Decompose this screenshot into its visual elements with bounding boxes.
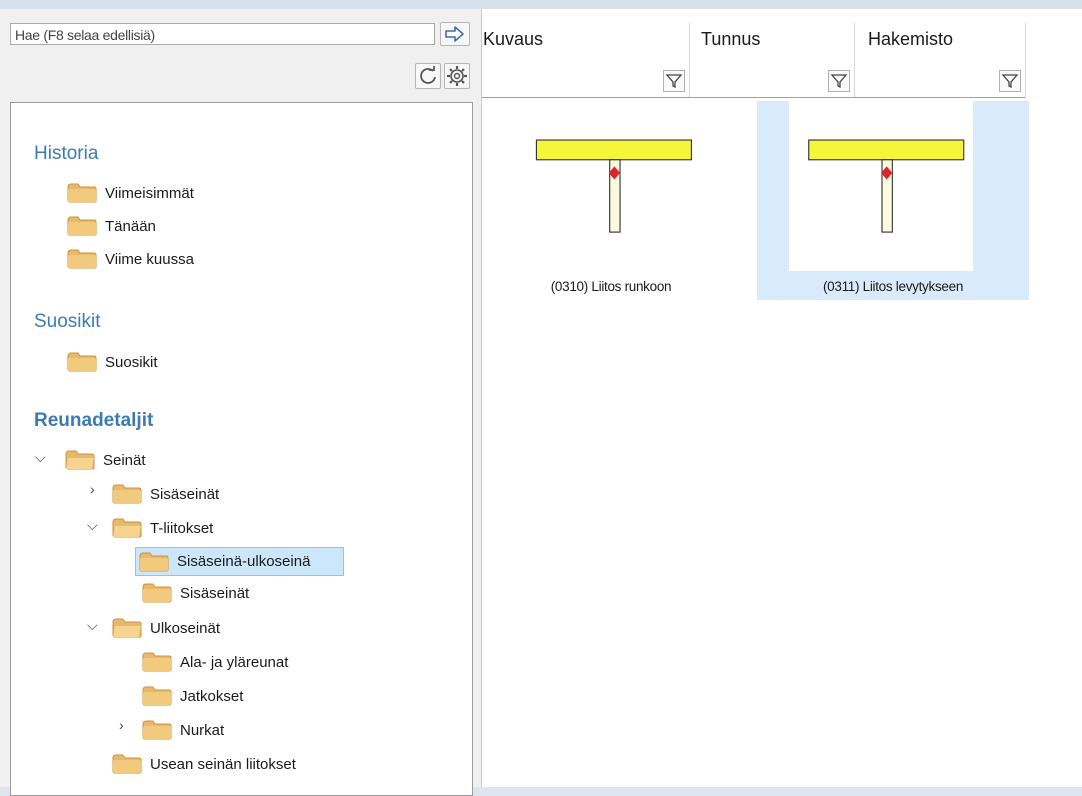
tree-item-ulkoseinat[interactable]: Ulkoseinät (112, 615, 220, 641)
column-header-label: Hakemisto (868, 29, 954, 49)
tree-item-t-liitokset[interactable]: T-liitokset (112, 515, 213, 541)
tree-item-label: Usean seinän liitokset (150, 755, 296, 773)
filter-button[interactable] (663, 70, 685, 92)
results-pane: Kuvaus Tunnus Hakemisto (0310) Liitos ru… (482, 9, 1082, 787)
tree-item-suosikit[interactable]: Suosikit (67, 349, 158, 375)
tree-item-viimeisimmat[interactable]: Viimeisimmät (67, 180, 194, 206)
tree-item-label: Ulkoseinät (150, 619, 221, 637)
header-divider (482, 97, 1025, 98)
filter-icon (830, 74, 848, 89)
filter-button[interactable] (999, 70, 1021, 92)
folder-icon (142, 686, 172, 706)
section-title-reunadetaljit: Reunadetaljit (34, 410, 154, 431)
column-header-label: Tunnus (701, 29, 761, 49)
navigation-pane: Hae (F8 selaa edellisiä) Historia Viimei… (0, 9, 482, 796)
chevron-down-icon[interactable]: ⌵ (87, 617, 98, 634)
arrow-right-icon (445, 26, 464, 42)
tree-item-tanaan[interactable]: Tänään (67, 213, 156, 239)
tree-item-label: Seinät (103, 451, 146, 469)
tree-item-t-sisaseinat[interactable]: Sisäseinät (142, 580, 249, 606)
tree-item-ala-ja-ylareunat[interactable]: Ala- ja yläreunat (142, 649, 288, 675)
tree-item-seinat[interactable]: Seinät (65, 447, 146, 473)
window-frame-top (0, 0, 1082, 9)
tree-item-label: Jatkokset (180, 687, 244, 705)
section-title-suosikit: Suosikit (34, 311, 101, 332)
result-card-selected[interactable]: (0311) Liitos levytykseen (757, 101, 1029, 300)
chevron-down-icon[interactable]: ⌵ (35, 449, 46, 466)
tree-item-label: Tänään (105, 217, 156, 235)
folder-icon (112, 484, 142, 504)
folder-icon (142, 720, 172, 740)
folder-icon (67, 352, 97, 372)
folder-icon (67, 249, 97, 269)
gear-icon (447, 66, 467, 86)
search-input[interactable]: Hae (F8 selaa edellisiä) (10, 23, 435, 45)
search-go-button[interactable] (440, 22, 470, 46)
column-header-tunnus[interactable]: Tunnus (691, 23, 855, 98)
folder-tree: Historia Viimeisimmät Tänään Viime kuuss… (10, 102, 473, 796)
tree-item-label: Viimeisimmät (105, 184, 194, 202)
folder-open-icon (112, 618, 142, 638)
result-caption: (0310) Liitos runkoon (550, 279, 672, 294)
chevron-right-icon[interactable]: › (90, 481, 95, 497)
folder-icon (142, 652, 172, 672)
tree-item-viime-kuussa[interactable]: Viime kuussa (67, 246, 194, 272)
tree-item-label: Nurkat (180, 721, 225, 739)
result-caption: (0311) Liitos levytykseen (822, 279, 964, 294)
chevron-right-icon[interactable]: › (119, 717, 124, 733)
refresh-icon (420, 66, 436, 84)
folder-icon (139, 552, 169, 572)
column-header-label: Kuvaus (483, 29, 544, 49)
filter-button[interactable] (828, 70, 850, 92)
tree-item-label: Viime kuussa (105, 250, 194, 268)
folder-open-icon (65, 450, 95, 470)
tree-item-label: T-liitokset (150, 519, 214, 537)
chevron-down-icon[interactable]: ⌵ (87, 517, 98, 534)
result-card[interactable]: (0310) Liitos runkoon (512, 101, 710, 300)
column-header-kuvaus[interactable]: Kuvaus (482, 23, 690, 98)
folder-icon (67, 183, 97, 203)
folder-open-icon (112, 518, 142, 538)
filter-icon (1001, 74, 1019, 89)
folder-icon (67, 216, 97, 236)
column-header-hakemisto[interactable]: Hakemisto (856, 23, 1026, 98)
tree-item-nurkat[interactable]: Nurkat (142, 717, 224, 743)
tree-item-label: Sisäseinä-ulkoseinä (177, 553, 311, 570)
section-title-historia: Historia (34, 143, 99, 164)
folder-icon (142, 583, 172, 603)
tree-item-label: Sisäseinät (180, 584, 250, 602)
tree-item-jatkokset[interactable]: Jatkokset (142, 683, 243, 709)
folder-icon (112, 754, 142, 774)
tree-item-usean-seinan-liitokset[interactable]: Usean seinän liitokset (112, 751, 296, 777)
refresh-button[interactable] (415, 63, 441, 89)
tree-item-sisaseina-ulkoseina[interactable]: Sisäseinä-ulkoseinä (135, 547, 344, 576)
detail-thumbnail (535, 139, 692, 233)
tree-item-sisaseinat[interactable]: Sisäseinät (112, 481, 219, 507)
detail-thumbnail (808, 139, 965, 233)
tree-item-label: Sisäseinät (150, 485, 220, 503)
tree-item-label: Suosikit (105, 353, 158, 371)
tree-item-label: Ala- ja yläreunat (180, 653, 289, 671)
filter-icon (665, 74, 683, 89)
settings-button[interactable] (444, 63, 470, 89)
